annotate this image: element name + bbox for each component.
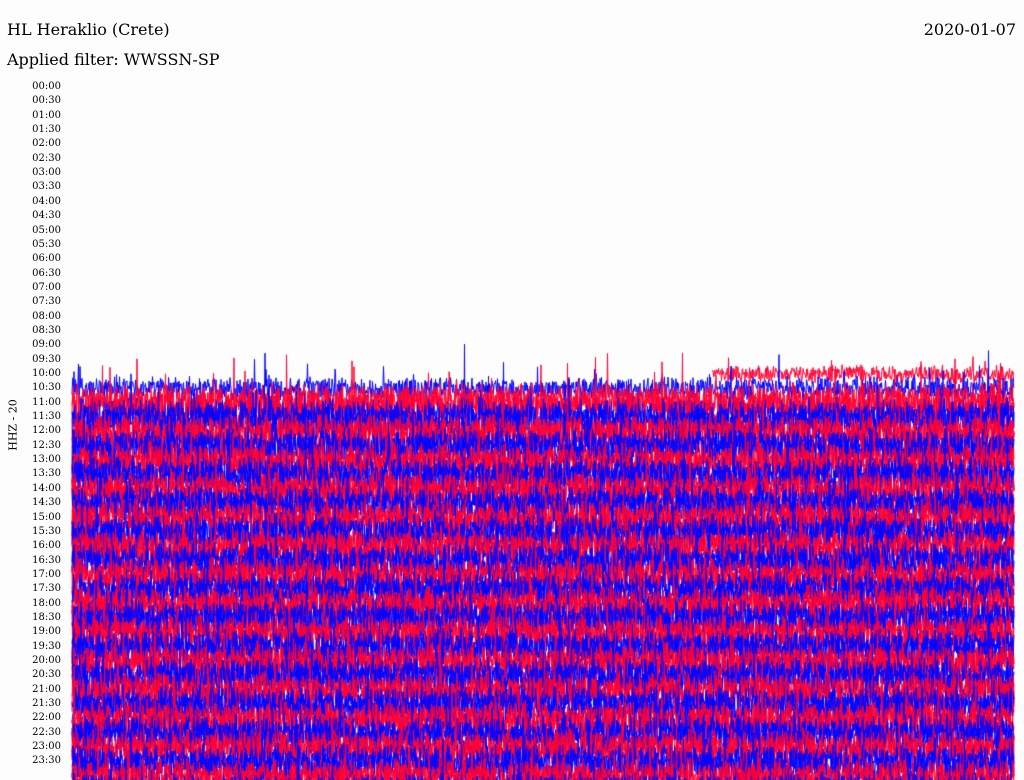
row-label: 15:00 [32,511,61,523]
row-label: 00:00 [32,81,61,92]
row-label: 02:30 [32,152,61,164]
row-label: 02:00 [32,138,61,150]
row-label: 08:00 [32,310,61,322]
row-label: 07:00 [32,281,61,293]
row-label: 23:30 [32,755,61,767]
row-label: 16:00 [32,540,61,552]
row-label: 11:00 [32,396,61,408]
row-label: 05:30 [32,238,61,250]
row-label: 18:00 [32,597,61,609]
row-label: 10:30 [32,382,61,394]
row-label: 12:30 [32,439,61,451]
row-label: 13:30 [32,468,61,480]
row-label: 14:00 [32,482,61,494]
row-label: 05:00 [32,224,61,236]
row-label: 07:30 [32,296,61,308]
row-label: 19:30 [32,640,61,652]
row-label: 06:30 [32,267,61,279]
row-label: 16:30 [32,554,61,566]
helicorder-plot [70,0,1016,780]
row-label: 23:00 [32,741,61,753]
row-label: 04:30 [32,210,61,222]
row-label: 22:30 [32,726,61,738]
row-label: 21:30 [32,698,61,710]
row-label: 22:00 [32,712,61,724]
row-label: 10:00 [32,368,61,379]
row-label: 01:00 [32,109,61,121]
row-label: 19:00 [32,626,61,638]
row-label: 18:30 [32,611,61,623]
row-label: 15:30 [32,525,61,537]
row-label: 20:30 [32,669,61,681]
row-label: 01:30 [32,124,61,136]
row-label: 03:00 [32,167,61,179]
row-label: 09:30 [32,353,61,365]
row-label: 03:30 [32,181,61,193]
row-label: 21:00 [32,683,61,695]
row-label: 14:30 [32,497,61,509]
row-label: 12:00 [32,425,61,437]
row-label: 20:00 [32,655,61,666]
row-label: 17:00 [32,568,61,580]
row-label: 17:30 [32,583,61,595]
row-label: 06:00 [32,253,61,265]
row-label: 00:30 [32,95,61,107]
row-label: 04:00 [32,195,61,207]
row-label: 09:00 [32,339,61,351]
time-axis: 00:00 00:30 01:00 01:30 02:00 02:30 03:00 03:30… [0,0,64,780]
row-label: 08:30 [32,324,61,336]
row-label: 13:00 [32,454,61,466]
row-label: 11:30 [32,411,61,423]
